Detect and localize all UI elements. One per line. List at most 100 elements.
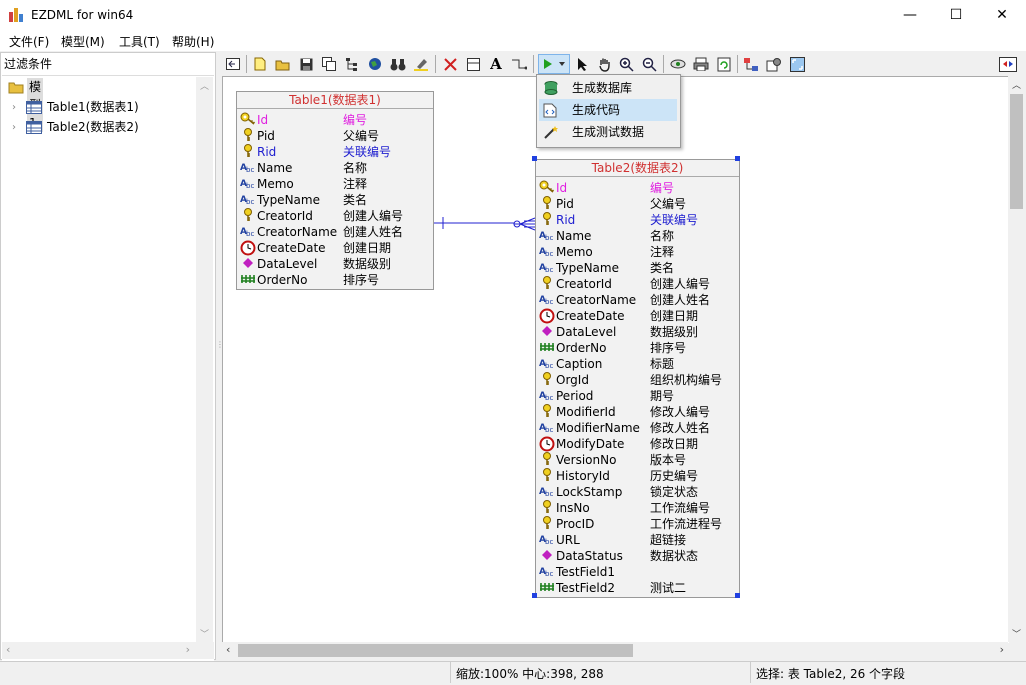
- field-name[interactable]: TypeName: [257, 192, 320, 208]
- tree-horizontal-scrollbar[interactable]: ‹ ›: [2, 642, 214, 659]
- entity-table1[interactable]: Table1(数据表1) Id 编号 Pid 父编号 Rid 关联编号 Abc Name 名称 A…: [236, 91, 434, 290]
- canvas-vertical-scrollbar[interactable]: ︿ ﹀: [1008, 76, 1025, 642]
- zoom-out-icon[interactable]: [639, 54, 659, 74]
- field-name[interactable]: Caption: [556, 356, 602, 372]
- menu-help[interactable]: 帮助(H): [172, 33, 214, 50]
- key-field-icon: [539, 276, 555, 292]
- pointer-icon[interactable]: [572, 54, 592, 74]
- text-tool-icon[interactable]: A: [486, 54, 506, 74]
- field-name[interactable]: OrderNo: [257, 272, 307, 288]
- save-icon[interactable]: [296, 54, 316, 74]
- field-name[interactable]: VersionNo: [556, 452, 616, 468]
- field-name[interactable]: CreatorName: [556, 292, 636, 308]
- menu-item-generate-database[interactable]: 生成数据库: [539, 77, 677, 99]
- field-name[interactable]: ProcID: [556, 516, 594, 532]
- menu-model[interactable]: 模型(M): [61, 33, 105, 50]
- chevron-right-icon[interactable]: ›: [12, 102, 16, 113]
- toggle-panel-icon[interactable]: [998, 54, 1018, 74]
- field-label: 注释: [343, 177, 368, 191]
- selection-handle[interactable]: [735, 593, 740, 598]
- diagram-canvas[interactable]: Table1(数据表1) Id 编号 Pid 父编号 Rid 关联编号 Abc Name 名称 A…: [222, 76, 1009, 643]
- field-name[interactable]: Rid: [556, 212, 575, 228]
- field-name[interactable]: ModifierId: [556, 404, 616, 420]
- highlight-pen-icon[interactable]: [411, 54, 431, 74]
- link-line-icon[interactable]: [509, 54, 529, 74]
- binoculars-icon[interactable]: [388, 54, 408, 74]
- minimize-button[interactable]: —: [887, 0, 933, 31]
- date-field-icon: [240, 240, 256, 256]
- field-name[interactable]: Id: [257, 112, 268, 128]
- key-field-icon: [539, 516, 555, 532]
- model-compare-icon[interactable]: [741, 54, 761, 74]
- field-name[interactable]: OrgId: [556, 372, 589, 388]
- enum-field-icon: [539, 324, 555, 340]
- hand-pan-icon[interactable]: [594, 54, 614, 74]
- svg-text:bc: bc: [246, 230, 254, 238]
- menu-file[interactable]: 文件(F): [9, 33, 49, 50]
- entity-box-icon[interactable]: [463, 54, 483, 74]
- table-icon: [26, 121, 42, 134]
- field-name[interactable]: CreatorName: [257, 224, 337, 240]
- field-name[interactable]: Memo: [556, 244, 593, 260]
- copy-icon[interactable]: [319, 54, 339, 74]
- maximize-button[interactable]: ☐: [933, 0, 979, 31]
- tree-structure-icon[interactable]: [342, 54, 362, 74]
- field-name[interactable]: InsNo: [556, 500, 590, 516]
- open-folder-icon[interactable]: [273, 54, 293, 74]
- field-name[interactable]: CreateDate: [556, 308, 625, 324]
- field-name[interactable]: Name: [556, 228, 591, 244]
- field-name[interactable]: DataStatus: [556, 548, 623, 564]
- field-name[interactable]: TestField2: [556, 580, 615, 596]
- refresh-icon[interactable]: [714, 54, 734, 74]
- selection-handle[interactable]: [735, 156, 740, 161]
- field-name[interactable]: Period: [556, 388, 593, 404]
- field-name[interactable]: Name: [257, 160, 292, 176]
- selection-handle[interactable]: [532, 156, 537, 161]
- chevron-right-icon[interactable]: ›: [12, 122, 16, 133]
- print-icon[interactable]: [691, 54, 711, 74]
- field-name[interactable]: LockStamp: [556, 484, 622, 500]
- back-icon[interactable]: [223, 54, 243, 74]
- field-name[interactable]: CreatorId: [257, 208, 313, 224]
- field-name[interactable]: Rid: [257, 144, 276, 160]
- field-name[interactable]: DataLevel: [556, 324, 616, 340]
- text-field-icon: Abc: [539, 388, 555, 404]
- canvas-horizontal-scrollbar[interactable]: ‹ ›: [222, 642, 1008, 659]
- run-dropdown-button[interactable]: [538, 54, 570, 74]
- field-name[interactable]: TypeName: [556, 260, 619, 276]
- field-label: 测试二: [650, 581, 687, 595]
- field-name[interactable]: CreateDate: [257, 240, 326, 256]
- field-name[interactable]: Pid: [257, 128, 275, 144]
- field-name[interactable]: ModifierName: [556, 420, 640, 436]
- field-name[interactable]: OrderNo: [556, 340, 606, 356]
- field-name[interactable]: DataLevel: [257, 256, 317, 272]
- field-name[interactable]: HistoryId: [556, 468, 610, 484]
- delete-icon[interactable]: [440, 54, 460, 74]
- zoom-in-icon[interactable]: [616, 54, 636, 74]
- field-label: 工作流编号: [650, 501, 711, 515]
- field-name[interactable]: TestField1: [556, 564, 615, 580]
- fit-screen-icon[interactable]: [787, 54, 807, 74]
- menu-tools[interactable]: 工具(T): [119, 33, 160, 50]
- view-icon[interactable]: [668, 54, 688, 74]
- field-name[interactable]: Pid: [556, 196, 574, 212]
- globe-icon[interactable]: [365, 54, 385, 74]
- field-name[interactable]: Id: [556, 180, 567, 196]
- field-label: 修改人编号: [650, 405, 711, 419]
- menu-item-generate-code[interactable]: 生成代码: [539, 99, 677, 121]
- field-name[interactable]: Memo: [257, 176, 294, 192]
- text-field-icon: Abc: [240, 176, 256, 192]
- field-name[interactable]: ModifyDate: [556, 436, 624, 452]
- key-field-icon: [539, 196, 555, 212]
- close-button[interactable]: ✕: [979, 0, 1025, 31]
- menu-item-generate-test-data[interactable]: 生成测试数据: [539, 121, 677, 143]
- tree-vertical-scrollbar[interactable]: ︿ ﹀: [196, 77, 213, 642]
- field-name[interactable]: URL: [556, 532, 580, 548]
- selection-handle[interactable]: [532, 593, 537, 598]
- entity-table2[interactable]: Table2(数据表2) Id 编号 Pid 父编号 Rid 关联编号 Abc Name 名称 A…: [535, 159, 740, 598]
- splitter-handle[interactable]: ⋮: [216, 340, 224, 360]
- filter-label[interactable]: 过滤条件: [4, 55, 52, 72]
- settings-icon[interactable]: [764, 54, 784, 74]
- field-name[interactable]: CreatorId: [556, 276, 612, 292]
- new-file-icon[interactable]: [250, 54, 270, 74]
